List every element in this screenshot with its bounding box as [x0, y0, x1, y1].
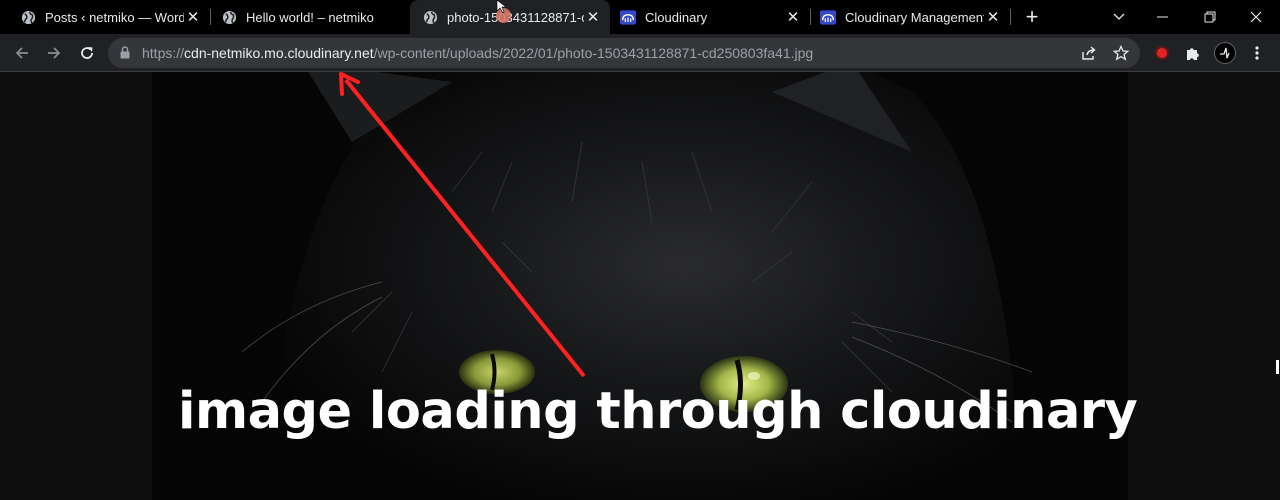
tab-separator — [1010, 9, 1011, 25]
cloudinary-icon — [620, 9, 636, 25]
forward-button[interactable] — [40, 39, 68, 67]
tab-title: Cloudinary Management — [845, 9, 984, 25]
tab-title: photo-1503431128871-cd — [447, 9, 584, 25]
tab-hello-world[interactable]: Hello world! – netmiko ✕ — [201, 0, 410, 34]
share-icon[interactable] — [1080, 44, 1098, 62]
close-window-button[interactable] — [1233, 0, 1279, 34]
record-extension-icon[interactable] — [1148, 39, 1176, 67]
tab-cloudinary-management[interactable]: Cloudinary Management ✕ — [810, 0, 1010, 34]
minimize-button[interactable] — [1140, 0, 1186, 34]
browser-toolbar: https://cdn-netmiko.mo.cloudinary.net/wp… — [0, 34, 1280, 72]
globe-icon — [20, 9, 36, 25]
menu-kebab-icon[interactable] — [1243, 39, 1271, 67]
lock-icon[interactable] — [120, 46, 130, 64]
profile-avatar-icon[interactable] — [1211, 39, 1239, 67]
page-viewport: image loading through cloudinary — [0, 72, 1280, 500]
mouse-pointer-icon — [496, 0, 506, 14]
tab-strip: Posts ‹ netmiko — WordP ✕ Hello world! –… — [0, 0, 1280, 34]
close-tab-icon[interactable]: ✕ — [184, 8, 202, 26]
close-tab-icon[interactable]: ✕ — [984, 8, 1002, 26]
extensions-puzzle-icon[interactable] — [1179, 39, 1207, 67]
url-scheme: https:// — [142, 45, 185, 61]
tab-title: Hello world! – netmiko — [246, 9, 374, 25]
close-tab-icon[interactable]: ✕ — [584, 8, 602, 26]
tab-title: Posts ‹ netmiko — WordP — [45, 9, 184, 25]
url-text[interactable]: https://cdn-netmiko.mo.cloudinary.net/wp… — [142, 45, 813, 61]
url-path: /wp-content/uploads/2022/01/photo-150343… — [373, 45, 814, 61]
caption-text: image loading through cloudinary — [178, 382, 1138, 441]
tab-cloudinary[interactable]: Cloudinary ✕ — [610, 0, 810, 34]
restore-button[interactable] — [1187, 0, 1233, 34]
new-tab-button[interactable]: + — [1020, 4, 1044, 29]
tab-posts-netmiko[interactable]: Posts ‹ netmiko — WordP ✕ — [0, 0, 210, 34]
globe-icon — [422, 9, 438, 25]
tab-title: Cloudinary — [645, 9, 708, 25]
url-host: cdn-netmiko.mo.cloudinary.net — [184, 45, 374, 61]
address-bar[interactable]: https://cdn-netmiko.mo.cloudinary.net/wp… — [108, 38, 1140, 68]
cloudinary-icon — [820, 9, 836, 25]
scrollbar-marker — [1276, 360, 1279, 374]
tab-search-icon[interactable] — [1096, 0, 1142, 34]
bookmark-star-icon[interactable] — [1112, 44, 1130, 62]
globe-icon — [221, 9, 237, 25]
close-tab-icon[interactable]: ✕ — [784, 8, 802, 26]
reload-button[interactable] — [73, 39, 101, 67]
back-button[interactable] — [8, 39, 36, 67]
